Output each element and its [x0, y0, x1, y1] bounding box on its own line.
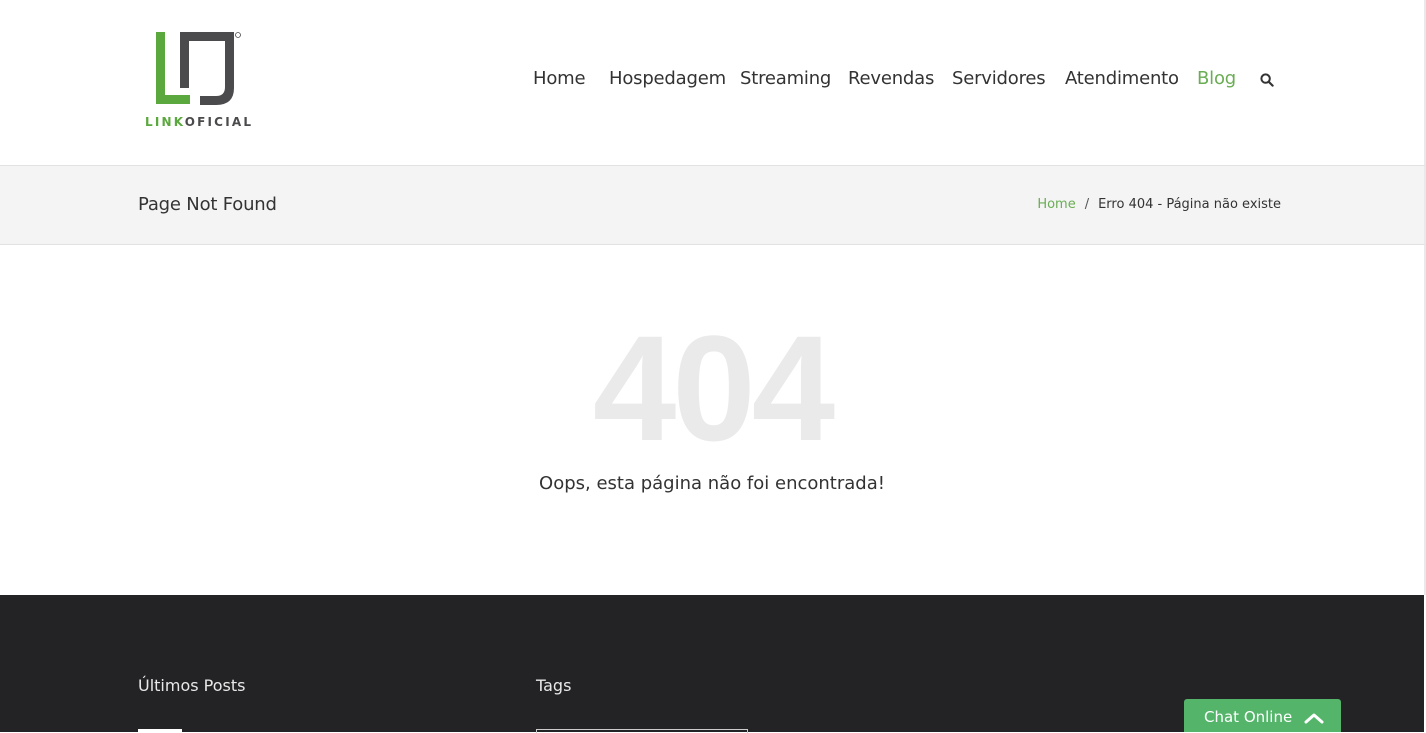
error-message: Oops, esta página não foi encontrada!	[539, 473, 885, 494]
page-title: Page Not Found	[138, 194, 277, 215]
site-header: LINKOFICIAL Home Hospedagem Streaming Re…	[0, 0, 1426, 166]
breadcrumb-current: Erro 404 - Página não existe	[1098, 197, 1281, 212]
footer-latest-posts-title: Últimos Posts	[138, 676, 246, 695]
nav-servidores[interactable]: Servidores	[952, 68, 1046, 89]
nav-atendimento[interactable]: Atendimento	[1065, 68, 1179, 89]
breadcrumb: Home / Erro 404 - Página não existe	[1037, 197, 1281, 212]
nav-home[interactable]: Home	[533, 68, 586, 89]
page-title-bar: Page Not Found Home / Erro 404 - Página nã…	[0, 166, 1426, 245]
error-code: 404	[592, 304, 835, 472]
footer-tags-title: Tags	[536, 676, 572, 695]
chat-label: Chat Online	[1204, 708, 1293, 726]
logo-mark	[156, 32, 241, 105]
nav-revendas[interactable]: Revendas	[848, 68, 934, 89]
nav-blog[interactable]: Blog	[1197, 68, 1236, 89]
breadcrumb-home-link[interactable]: Home	[1037, 197, 1075, 212]
chevron-up-icon[interactable]	[1304, 711, 1324, 724]
logo-text: LINKOFICIAL	[145, 115, 253, 129]
error-content: 404 Oops, esta página não foi encontrada…	[0, 245, 1426, 595]
nav-hospedagem[interactable]: Hospedagem	[609, 68, 726, 89]
tag-list[interactable]	[536, 729, 748, 733]
search-icon[interactable]	[1260, 73, 1274, 87]
nav-streaming[interactable]: Streaming	[740, 68, 831, 89]
logo-text-link: LINK	[145, 115, 185, 129]
logo-text-oficial: OFICIAL	[184, 115, 254, 129]
site-logo[interactable]: LINKOFICIAL	[144, 28, 252, 132]
chat-online-widget[interactable]: Chat Online	[1184, 699, 1341, 732]
breadcrumb-separator: /	[1084, 197, 1090, 212]
